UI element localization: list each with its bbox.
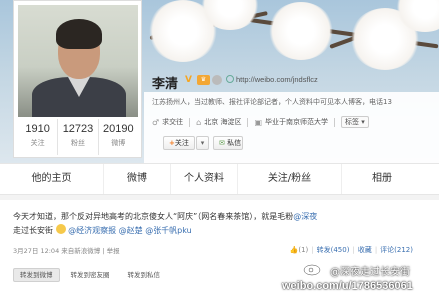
profile-url-text: http://weibo.com/jndsflcz [236,75,318,84]
profile-tabs: 他的主页 微博 个人资料 关注/粉丝 相册 [0,163,439,195]
divider [247,117,249,127]
repost-options: 转发到微博 转发到密友圈 转发到私信 [13,268,167,282]
location-icon: ⌂ [196,117,202,127]
divider: | [374,246,378,254]
profile-intro: 江苏扬州人，当过教师、报社评论部记者，个人资料中可见本人博客，电话13 [152,98,392,106]
stat-value: 12723 [62,123,94,135]
smile-emoji-icon [55,224,66,234]
repost-to-message-button[interactable]: 转发到私信 [121,268,168,282]
post-text: 今天才知道，那个反对异地高考的北京傻女人“阿庆”（网名春来茶馆），就是毛粉@深夜… [13,210,413,238]
weibo-logo-icon [303,262,322,276]
school-icon: ▣ [254,117,263,127]
avatar-card: 1910 关注 12723 粉丝 20190 微博 [13,0,142,158]
post-actions: 👍(1) | 转发(450) | 收藏 | 评论(212) [290,245,413,255]
favorite-link[interactable]: 收藏 [358,246,372,254]
follow-label: 关注 [174,139,189,147]
comment-link[interactable]: 评论(212) [380,246,413,254]
stat-value: 1910 [25,123,50,135]
profile-name: 李清 [152,77,179,92]
post-source[interactable]: 来自新浪微博 | 举报 [61,247,119,255]
tab-profile-info[interactable]: 个人资料 [171,164,238,194]
tab-album[interactable]: 相册 [342,164,422,194]
mail-icon: ✉ [219,139,225,147]
tags-dropdown[interactable]: 标签 ▾ [341,116,369,128]
tags-label: 标签 [345,118,360,126]
profile-location: 北京 海淀区 [204,118,242,126]
mention-link[interactable]: @经济观察报 [68,226,116,235]
link-icon [226,75,234,83]
profile-meta-row: ♂ 求交往 ⌂ 北京 海淀区 ▣ 毕业于南京师范大学 标签 ▾ [152,116,369,128]
stat-label: 粉丝 [70,139,85,147]
mention-link[interactable]: @深夜 [293,212,317,221]
profile-gender-label: 求交往 [162,118,184,126]
tab-home[interactable]: 他的主页 [0,164,104,194]
profile-school: 毕业于南京师范大学 [265,118,329,126]
divider [189,117,191,127]
vip-badge-icon[interactable]: ♛ [197,75,210,85]
stat-followers[interactable]: 12723 粉丝 [58,119,99,155]
like-count: (1) [298,246,309,254]
repost-to-circle-button[interactable]: 转发到密友圈 [64,268,117,282]
divider: | [311,246,314,254]
tab-follow-fans[interactable]: 关注/粉丝 [238,164,342,194]
stat-posts[interactable]: 20190 微博 [99,119,138,155]
post-time[interactable]: 3月27日 12:04 [13,247,59,255]
like-button[interactable]: 👍(1) [290,246,309,254]
avatar[interactable] [18,5,138,117]
follow-button[interactable]: +关注 [163,136,195,150]
level-badge-icon[interactable] [212,75,222,85]
repost-to-weibo-button[interactable]: 转发到微博 [13,268,60,282]
mention-link[interactable]: @赵楚 [119,226,143,235]
stat-value: 20190 [103,123,134,135]
tab-weibo[interactable]: 微博 [104,164,171,194]
watermark-url: weibo.com/u/1786536061 [282,280,413,292]
message-button[interactable]: ✉ 私信 [213,136,243,150]
divider [334,117,336,127]
post-text-part: 今天才知道，那个反对异地高考的北京傻女人“阿庆”（网名春来茶馆），就是毛粉 [13,212,294,221]
message-label: 私信 [227,139,242,147]
stat-label: 微博 [111,139,126,147]
cover-blossom [268,2,334,60]
stat-following[interactable]: 1910 关注 [18,119,59,155]
avatar-hair [56,19,102,49]
repost-link[interactable]: 转发(450) [317,246,350,254]
verification-badges: V ♛ [185,75,222,85]
mention-link[interactable]: @张千帆pku [145,226,192,235]
profile-stats: 1910 关注 12723 粉丝 20190 微博 [18,119,138,155]
stat-label: 关注 [30,139,45,147]
post-text-part: 走过长安街 [13,226,53,235]
verified-v-icon[interactable]: V [185,75,195,85]
user-icon: ♂ [152,117,160,127]
divider: | [352,246,355,254]
follow-options-button[interactable]: ▾ [196,136,209,150]
profile-url-link[interactable]: http://weibo.com/jndsflcz [226,75,318,84]
watermark-handle: @深夜走过长安街 [330,267,410,278]
